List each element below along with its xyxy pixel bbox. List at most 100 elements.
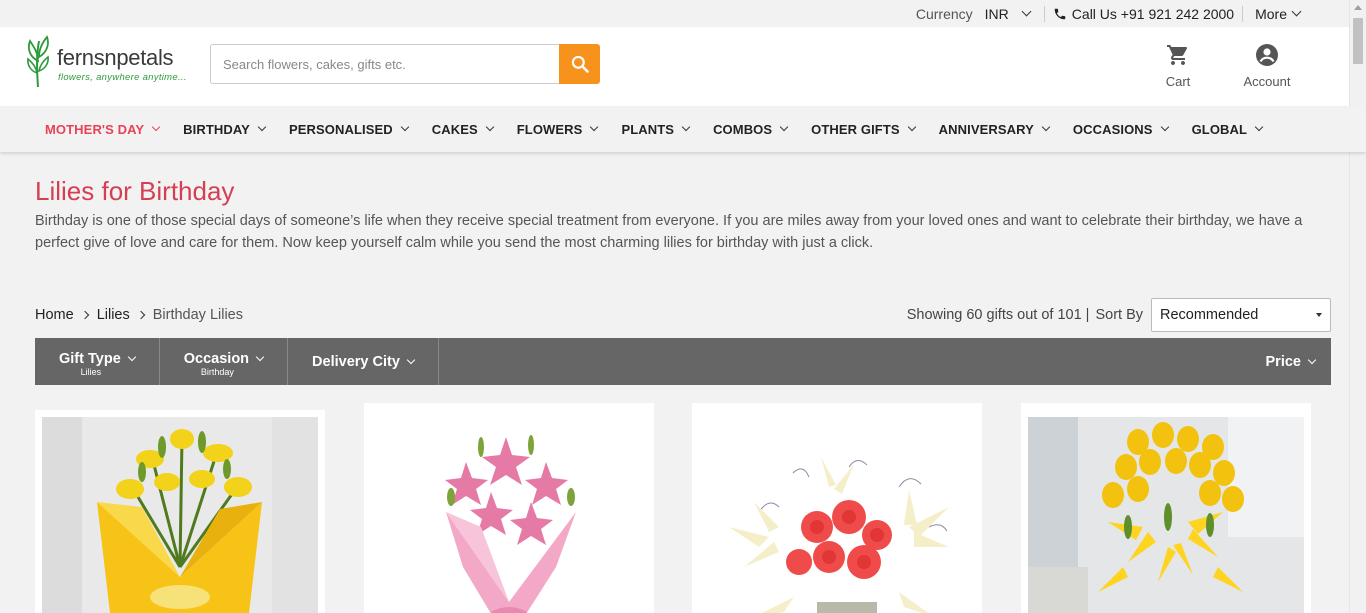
chevron-down-icon <box>151 122 161 132</box>
nav-label: OCCASIONS <box>1072 121 1153 137</box>
main-nav: MOTHER'S DAY BIRTHDAY PERSONALISED CAKES… <box>0 106 1366 152</box>
nav-label: BIRTHDAY <box>183 121 250 137</box>
search-button[interactable] <box>559 44 600 84</box>
chevron-down-icon <box>907 122 916 132</box>
sort-selected-value: Recommended <box>1160 307 1259 323</box>
chevron-down-icon <box>681 122 691 132</box>
logo-wordmark: fernsnpetals <box>57 45 174 70</box>
filter-label: Delivery City <box>312 353 400 370</box>
chevron-down-icon <box>779 122 789 132</box>
currency-selector[interactable]: INR <box>984 5 1032 22</box>
call-us-link[interactable]: Call Us +91 921 242 2000 <box>1053 6 1234 22</box>
search-input[interactable] <box>210 44 559 84</box>
product-image[interactable] <box>42 417 318 613</box>
product-image[interactable] <box>1028 417 1304 613</box>
nav-item-mothers-day[interactable]: MOTHER'S DAY <box>45 121 161 137</box>
nav-item-occasions[interactable]: OCCASIONS <box>1072 121 1169 137</box>
nav-item-combos[interactable]: COMBOS <box>713 121 789 137</box>
chevron-right-icon <box>80 310 89 320</box>
nav-item-cakes[interactable]: CAKES <box>431 121 494 137</box>
product-card[interactable] <box>35 410 325 613</box>
nav-label: PLANTS <box>621 121 675 137</box>
nav-label: ANNIVERSARY <box>938 121 1034 137</box>
nav-label: CAKES <box>431 121 478 137</box>
chevron-down-icon <box>1021 6 1032 17</box>
currency-value: INR <box>984 5 1009 22</box>
scroll-up-arrow-icon[interactable] <box>1354 5 1362 10</box>
chevron-down-icon <box>255 352 265 361</box>
caret-down-icon <box>1316 313 1322 317</box>
nav-label: FLOWERS <box>516 121 583 137</box>
call-us-text: Call Us +91 921 242 2000 <box>1071 5 1235 22</box>
nav-label: MOTHER'S DAY <box>45 121 145 137</box>
breadcrumb: Home Lilies Birthday Lilies <box>35 307 243 323</box>
nav-item-anniversary[interactable]: ANNIVERSARY <box>938 121 1051 137</box>
breadcrumb-current: Birthday Lilies <box>152 307 243 323</box>
nav-item-personalised[interactable]: PERSONALISED <box>289 122 409 137</box>
cart-label: Cart <box>1165 74 1191 89</box>
chevron-down-icon <box>590 122 599 132</box>
chevron-down-icon <box>1291 6 1302 17</box>
breadcrumb-sort-row: Home Lilies Birthday Lilies Showing 60 g… <box>35 298 1331 332</box>
chevron-down-icon <box>1254 122 1264 132</box>
phone-icon <box>1054 8 1066 19</box>
product-card[interactable] <box>364 403 654 613</box>
filter-bar: Gift Type Lilies Occasion Birthday Deliv… <box>35 338 1331 385</box>
nav-item-flowers[interactable]: FLOWERS <box>516 121 599 137</box>
results-count: Showing 60 gifts out of 101 | <box>906 307 1090 323</box>
nav-item-birthday[interactable]: BIRTHDAY <box>183 121 267 137</box>
page-scrollbar[interactable] <box>1349 0 1366 613</box>
filter-label: Gift Type <box>59 350 121 367</box>
filter-label: Occasion <box>183 350 250 367</box>
nav-label: OTHER GIFTS <box>811 121 900 137</box>
sort-by-label: Sort By <box>1095 307 1143 323</box>
more-label: More <box>1255 5 1287 22</box>
logo-tagline: flowers, anywhere anytime... <box>58 72 187 83</box>
nav-label: COMBOS <box>713 121 773 137</box>
nav-label: GLOBAL <box>1191 121 1248 137</box>
divider <box>1043 5 1045 22</box>
filter-occasion[interactable]: Occasion Birthday <box>160 338 289 385</box>
product-card[interactable] <box>692 403 982 613</box>
search-icon <box>571 55 589 73</box>
more-menu[interactable]: More <box>1255 5 1302 22</box>
chevron-down-icon <box>1307 355 1317 364</box>
product-card[interactable] <box>1021 403 1311 613</box>
site-logo[interactable]: fernsnpetals flowers, anywhere anytime..… <box>24 31 194 93</box>
main-content: Lilies for Birthday Birthday is one of t… <box>0 176 1366 613</box>
product-image[interactable] <box>371 417 647 613</box>
filter-label: Price <box>1265 353 1301 370</box>
filter-price[interactable]: Price <box>1242 338 1331 385</box>
cart-icon <box>1167 45 1187 65</box>
chevron-down-icon <box>485 122 494 132</box>
sort-select[interactable]: Recommended <box>1151 298 1331 332</box>
chevron-down-icon <box>257 122 267 132</box>
chevron-down-icon <box>127 352 137 361</box>
filter-value: Birthday <box>200 366 234 377</box>
chevron-right-icon <box>136 310 145 320</box>
account-icon <box>1256 44 1278 66</box>
search-bar <box>210 44 600 84</box>
page-description: Birthday is one of those special days of… <box>35 213 1303 251</box>
chevron-down-icon <box>1160 122 1169 132</box>
top-utility-bar: Currency INR Call Us +91 921 242 2000 Mo… <box>0 0 1366 27</box>
product-image[interactable] <box>699 417 975 613</box>
sort-area: Showing 60 gifts out of 101 | Sort By Re… <box>907 298 1331 332</box>
nav-item-other-gifts[interactable]: OTHER GIFTS <box>811 121 916 137</box>
filter-gift-type[interactable]: Gift Type Lilies <box>35 338 160 385</box>
filter-value: Lilies <box>80 366 102 377</box>
nav-item-global[interactable]: GLOBAL <box>1191 121 1264 137</box>
cart-button[interactable]: Cart <box>1160 43 1196 89</box>
account-button[interactable]: Account <box>1238 43 1296 89</box>
breadcrumb-home[interactable]: Home <box>35 307 74 323</box>
filter-delivery-city[interactable]: Delivery City <box>288 338 439 385</box>
divider <box>1242 5 1244 22</box>
breadcrumb-lilies[interactable]: Lilies <box>97 307 130 323</box>
site-header: fernsnpetals flowers, anywhere anytime..… <box>0 27 1366 106</box>
chevron-down-icon <box>400 122 409 132</box>
account-label: Account <box>1243 74 1291 89</box>
product-grid <box>35 403 1331 613</box>
nav-item-plants[interactable]: PLANTS <box>621 121 691 137</box>
scrollbar-thumb[interactable] <box>1353 18 1363 64</box>
chevron-down-icon <box>1041 122 1051 132</box>
